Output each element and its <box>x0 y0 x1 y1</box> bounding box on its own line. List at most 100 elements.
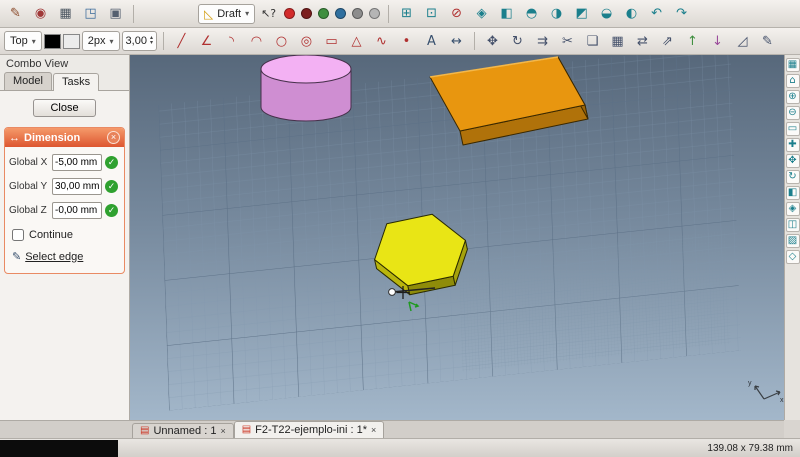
draft-polygon-icon[interactable]: △ <box>345 30 368 52</box>
nav-cube-icon[interactable]: ▦ <box>786 58 800 72</box>
draft-ellipse-icon[interactable]: ◎ <box>295 30 318 52</box>
combo-view-tab[interactable]: Tasks <box>53 73 99 91</box>
working-plane-value: Top <box>10 35 28 47</box>
continue-row: Continue <box>12 229 117 241</box>
zoom-in-icon[interactable]: ⊕ <box>786 90 800 104</box>
draft-dimension-icon[interactable]: ↔ <box>445 30 468 52</box>
draft-text-icon[interactable]: A <box>420 30 443 52</box>
view-rear-icon[interactable]: ◩ <box>570 3 593 25</box>
view-fit-icon[interactable]: ✚ <box>786 138 800 152</box>
view-rotate-right-icon[interactable]: ↷ <box>670 3 693 25</box>
view-right-icon[interactable]: ◑ <box>545 3 568 25</box>
view-axonometric-icon[interactable]: ◈ <box>786 202 800 216</box>
draft-upgrade-icon[interactable]: ↑ <box>681 30 704 52</box>
view-isometric-icon[interactable]: ◈ <box>470 3 493 25</box>
view-rotate-left-icon[interactable]: ↶ <box>645 3 668 25</box>
select-edge-button[interactable]: ✎ Select edge <box>12 250 117 263</box>
draft-working-plane-icon[interactable]: ◳ <box>79 3 102 25</box>
whatsthis-icon[interactable]: ↖? <box>257 3 280 25</box>
zoom-box-icon[interactable]: ▭ <box>786 122 800 136</box>
draft-rectangle-icon[interactable]: ▭ <box>320 30 343 52</box>
draft-autogroup-icon[interactable]: ▣ <box>104 3 127 25</box>
toolbar-separator <box>474 32 475 50</box>
3d-viewport[interactable]: x y <box>130 55 784 420</box>
macro-edit-icon[interactable] <box>369 8 380 19</box>
edit-pencil-icon: ✎ <box>12 250 21 263</box>
view-front-icon[interactable]: ◧ <box>495 3 518 25</box>
draft-arc-icon[interactable]: ◠ <box>245 30 268 52</box>
draft-workbench-icon: ◺ <box>204 7 213 21</box>
draft-rotate-icon[interactable]: ↻ <box>506 30 529 52</box>
document-tabbar: ▤ Unnamed : 1 × ▤ F2-T22-ejemplo-ini : 1… <box>0 420 784 438</box>
coordinate-input[interactable] <box>52 202 102 219</box>
draft-polyline-icon[interactable]: ∠ <box>195 30 218 52</box>
macro-pause-icon[interactable] <box>301 8 312 19</box>
document-icon: ▤ <box>140 425 149 436</box>
perspective-toggle-icon[interactable]: ◇ <box>786 250 800 264</box>
draft-point-icon[interactable]: • <box>395 30 418 52</box>
draft-mirror-icon[interactable]: ⇄ <box>631 30 654 52</box>
close-task-button[interactable]: Close <box>33 99 95 117</box>
macro-debug-icon[interactable] <box>352 8 363 19</box>
draft-edit-icon[interactable]: ✎ <box>4 3 27 25</box>
line-width-selector[interactable]: 2px ▾ <box>82 31 120 51</box>
dimension-task-header: ↔ Dimension × <box>5 128 124 147</box>
cylinder-object[interactable] <box>261 55 351 121</box>
document-tab-label: Unnamed : 1 <box>153 425 216 437</box>
tab-close-icon[interactable]: × <box>220 426 225 436</box>
draft-trimex-icon[interactable]: ✂ <box>556 30 579 52</box>
draft-move-icon[interactable]: ✥ <box>481 30 504 52</box>
text-size-value: 3,00 <box>126 35 147 47</box>
macro-run-icon[interactable] <box>335 8 346 19</box>
workbench-selector-value: Draft <box>217 8 241 20</box>
right-navigation-toolbar: ▦ ⌂ ⊕ ⊖ ▭ ✚ ✥ ↻ ◧ ◈ ◫ ▨ ◇ <box>784 55 800 420</box>
draft-subelement-edit-icon[interactable]: ✎ <box>756 30 779 52</box>
clip-plane-icon[interactable]: ◫ <box>786 218 800 232</box>
line-color-swatch[interactable] <box>44 34 61 49</box>
continue-checkbox[interactable] <box>12 229 24 241</box>
line-width-value: 2px <box>88 35 106 47</box>
draft-clone-icon[interactable]: ❏ <box>581 30 604 52</box>
coordinate-input[interactable] <box>52 178 102 195</box>
tab-close-icon[interactable]: × <box>371 425 376 435</box>
draft-scale-icon[interactable]: ◿ <box>731 30 754 52</box>
zoom-out-icon[interactable]: ⊖ <box>786 106 800 120</box>
document-tab[interactable]: ▤ F2-T22-ejemplo-ini : 1* × <box>234 421 385 438</box>
close-icon[interactable]: × <box>107 131 120 144</box>
draft-stretch-icon[interactable]: ⇗ <box>656 30 679 52</box>
working-plane-selector[interactable]: Top ▾ <box>4 31 42 51</box>
draft-bspline-icon[interactable]: ∿ <box>370 30 393 52</box>
draw-style-icon[interactable]: ⊘ <box>445 3 468 25</box>
draft-grid-toggle-icon[interactable]: ▦ <box>54 3 77 25</box>
chevron-down-icon: ▾ <box>110 37 114 46</box>
draft-snap-toggle-icon[interactable]: ◉ <box>29 3 52 25</box>
combo-view-tab[interactable]: Model <box>4 72 52 90</box>
view-pan-icon[interactable]: ✥ <box>786 154 800 168</box>
draft-line-icon[interactable]: ╱ <box>170 30 193 52</box>
view-zoom-selection-icon[interactable]: ⊡ <box>420 3 443 25</box>
view-bottom-icon[interactable]: ◒ <box>595 3 618 25</box>
workbench-selector[interactable]: ◺ Draft ▾ <box>198 4 255 24</box>
texture-view-icon[interactable]: ▨ <box>786 234 800 248</box>
document-tab[interactable]: ▤ Unnamed : 1 × <box>132 423 234 438</box>
coordinate-input[interactable] <box>52 154 102 171</box>
draft-offset-icon[interactable]: ⇉ <box>531 30 554 52</box>
view-left-icon[interactable]: ◐ <box>620 3 643 25</box>
face-color-swatch[interactable] <box>63 34 80 49</box>
macro-stop-icon[interactable] <box>318 8 329 19</box>
macro-record-icon[interactable] <box>284 8 295 19</box>
valid-check-icon: ✓ <box>105 204 118 217</box>
3d-scene[interactable]: x y <box>130 55 784 420</box>
draft-fillet-icon[interactable]: ◝ <box>220 30 243 52</box>
text-size-spinbox[interactable]: 3,00 ▴▾ <box>122 31 157 51</box>
draft-circle-icon[interactable]: ○ <box>270 30 293 52</box>
view-fit-all-icon[interactable]: ⊞ <box>395 3 418 25</box>
draft-array-icon[interactable]: ▦ <box>606 30 629 52</box>
draft-downgrade-icon[interactable]: ↓ <box>706 30 729 52</box>
chevron-down-icon: ▾ <box>32 37 36 46</box>
view-rotate-icon[interactable]: ↻ <box>786 170 800 184</box>
dimension-task-panel: ↔ Dimension × Global X ✓ Global Y ✓ Glob… <box>4 127 125 274</box>
view-front-side-icon[interactable]: ◧ <box>786 186 800 200</box>
view-home-icon[interactable]: ⌂ <box>786 74 800 88</box>
view-top-icon[interactable]: ◓ <box>520 3 543 25</box>
